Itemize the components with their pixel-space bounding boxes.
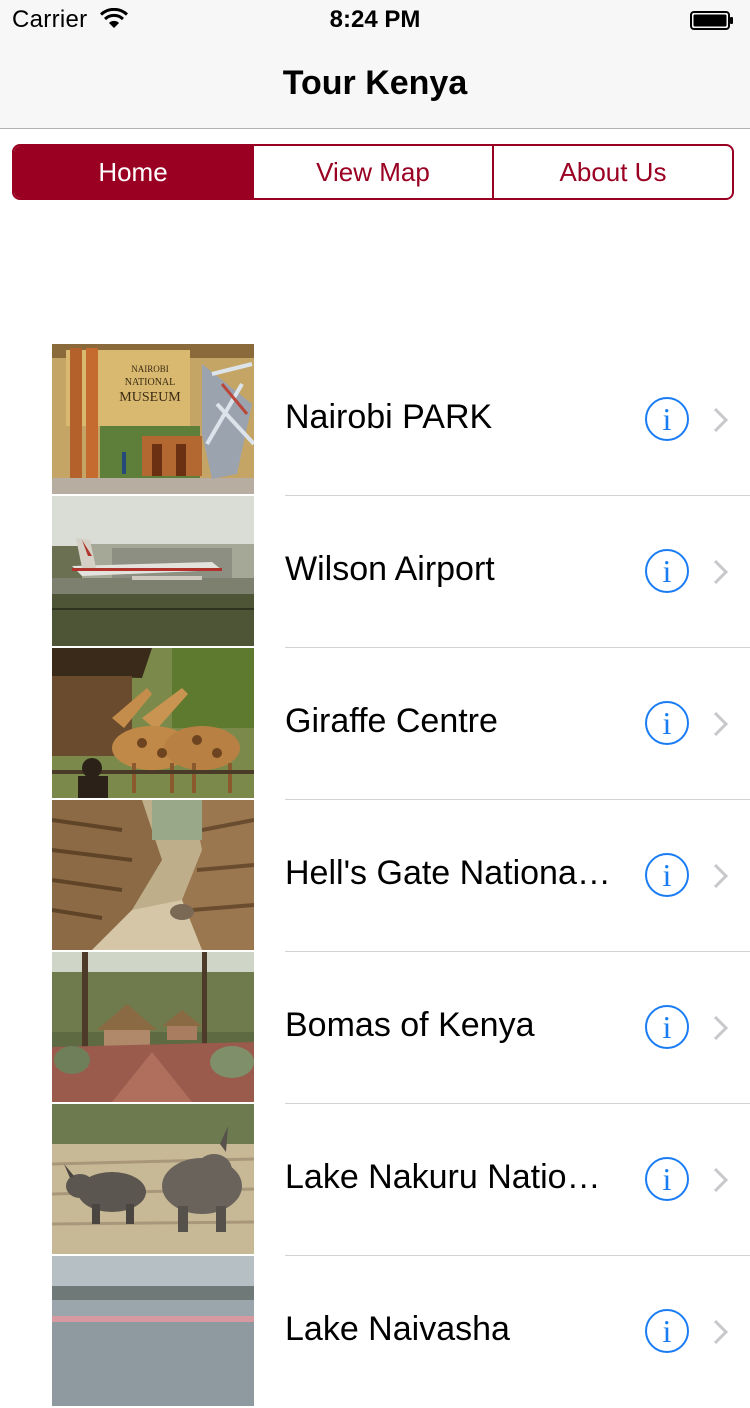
chevron-right-icon [713,863,729,889]
table-row[interactable]: Hell's Gate National Park i [0,800,750,952]
table-row[interactable]: Lake Nakuru National Park i [0,1104,750,1256]
place-name: Nairobi PARK [285,398,493,436]
chevron-right-icon [713,1319,729,1345]
info-icon[interactable]: i [645,1309,689,1353]
chevron-right-icon [713,1167,729,1193]
chevron-right-icon [713,559,729,585]
place-thumbnail [52,496,254,646]
segmented-control: Home View Map About Us [12,144,734,200]
battery-icon [690,11,733,30]
status-time: 8:24 PM [329,6,421,33]
chevron-right-icon [713,1015,729,1041]
place-name: Hell's Gate National Park [285,854,615,892]
place-name: Wilson Airport [285,550,495,588]
info-icon[interactable]: i [645,397,689,441]
info-icon[interactable]: i [645,701,689,745]
place-thumbnail: NAIROBI NATIONAL MUSEUM [52,344,254,494]
place-thumbnail [52,952,254,1102]
navigation-bar: Tour Kenya [0,40,750,129]
status-bar: Carrier 8:24 PM [0,0,750,40]
chevron-right-icon [713,711,729,737]
table-row[interactable]: NAIROBI NATIONAL MUSEUM Nairobi PARK i [0,344,750,496]
segment-view-map[interactable]: View Map [252,146,492,198]
page-title: Tour Kenya [282,64,468,102]
info-icon[interactable]: i [645,1005,689,1049]
museum-photo: NAIROBI NATIONAL MUSEUM [52,344,254,494]
museum-sign-line-2: NATIONAL [125,377,176,388]
lake-photo [52,1256,254,1406]
table-row[interactable]: Giraffe Centre i [0,648,750,800]
info-icon[interactable]: i [645,1157,689,1201]
place-name: Lake Naivasha [285,1310,510,1348]
place-name: Giraffe Centre [285,702,498,740]
table-row[interactable]: Lake Naivasha i [0,1256,750,1408]
info-icon[interactable]: i [645,549,689,593]
gorge-photo [52,800,254,950]
giraffe-photo [52,648,254,798]
info-icon[interactable]: i [645,853,689,897]
segment-home[interactable]: Home [14,146,252,198]
airport-photo [52,496,254,646]
table-row[interactable]: Wilson Airport i [0,496,750,648]
places-table: NAIROBI NATIONAL MUSEUM Nairobi PARK i W… [0,344,750,1408]
place-thumbnail [52,648,254,798]
huts-photo [52,952,254,1102]
rhino-photo [52,1104,254,1254]
place-name: Lake Nakuru National Park [285,1158,615,1196]
table-row[interactable]: Bomas of Kenya i [0,952,750,1104]
segment-about-us[interactable]: About Us [492,146,732,198]
museum-sign-line-3: MUSEUM [119,390,181,405]
place-name: Bomas of Kenya [285,1006,535,1044]
museum-sign-line-1: NAIROBI [131,364,169,374]
chevron-right-icon [713,407,729,433]
place-thumbnail [52,1104,254,1254]
place-thumbnail [52,800,254,950]
place-thumbnail [52,1256,254,1406]
